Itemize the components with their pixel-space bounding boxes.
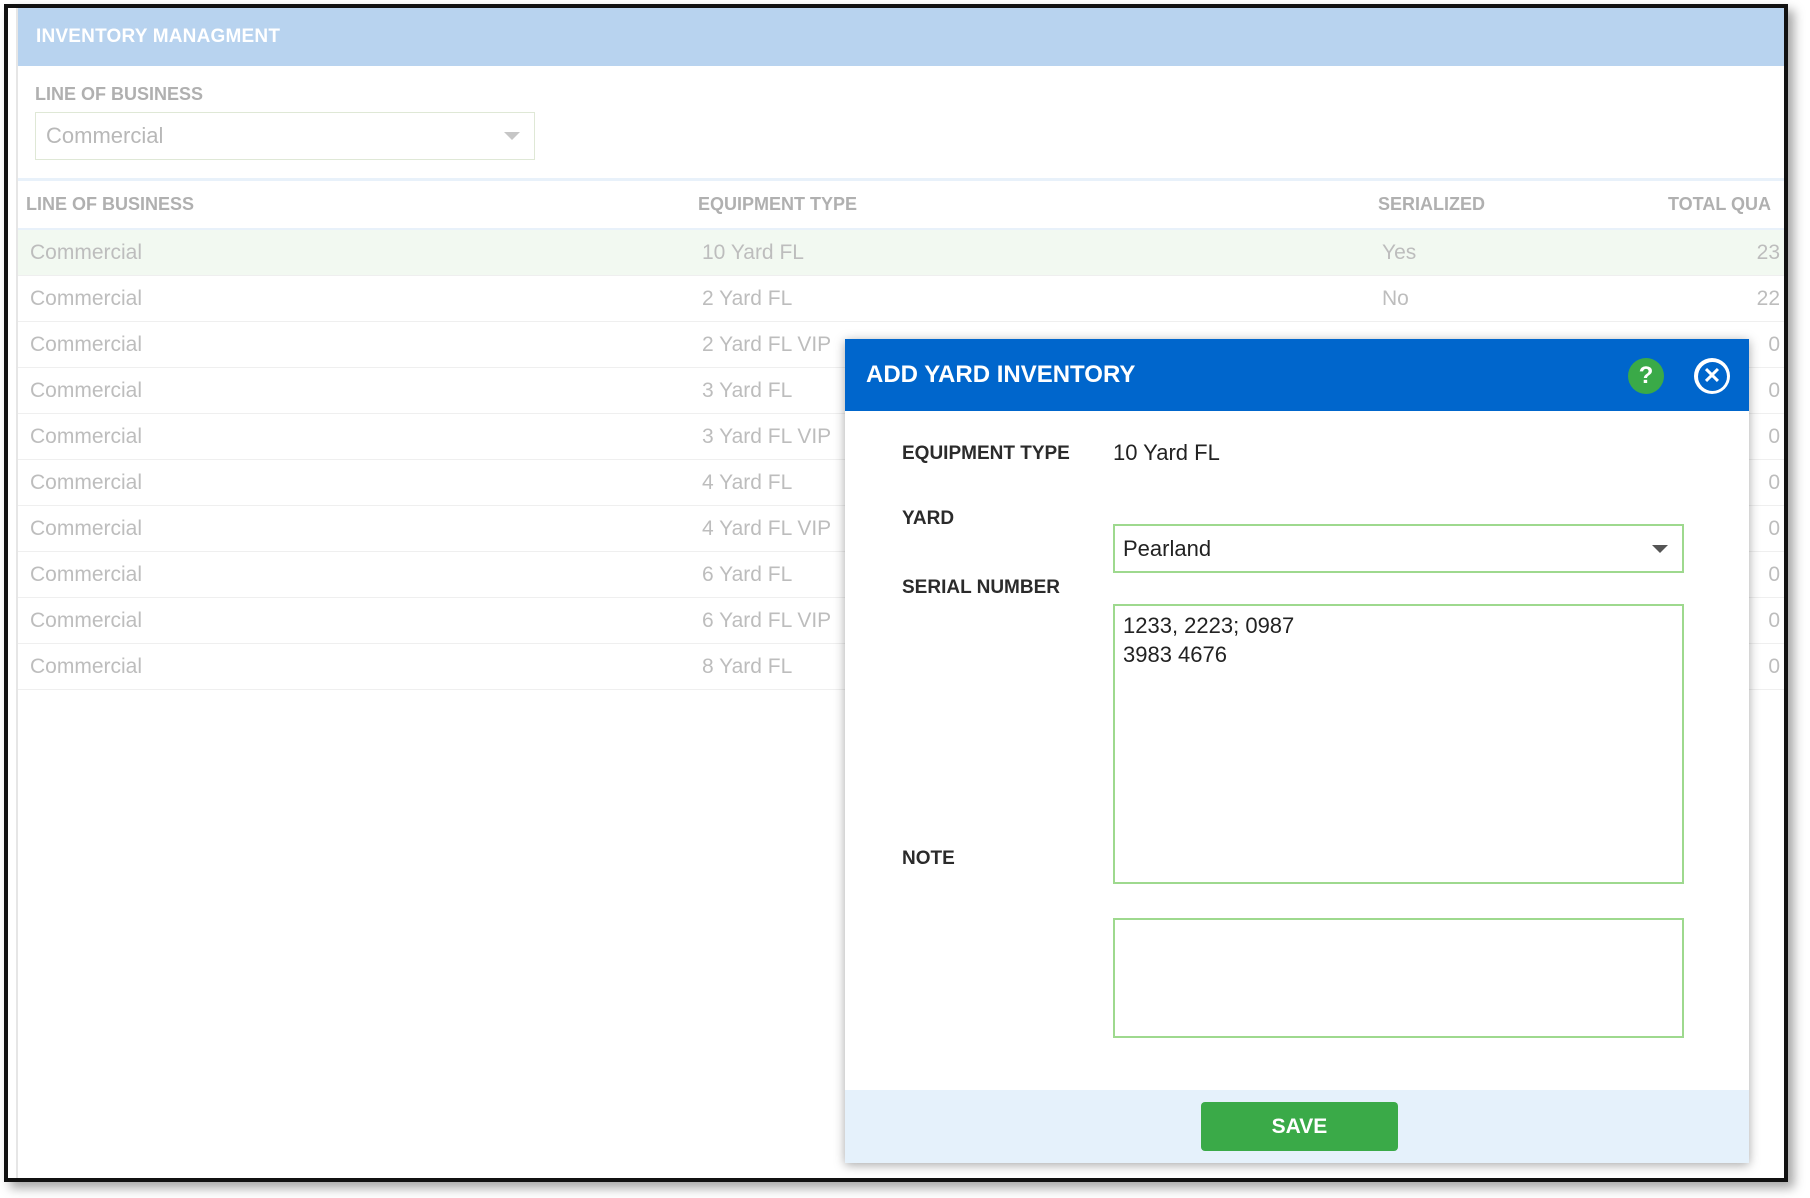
- app-window: INVENTORY MANAGMENT LINE OF BUSINESS Com…: [4, 4, 1788, 1182]
- dialog-footer: SAVE: [845, 1090, 1749, 1163]
- cell-lob: Commercial: [30, 240, 143, 264]
- serial-number-textarea[interactable]: 1233, 2223; 0987 3983 4676: [1113, 604, 1684, 884]
- note-label: NOTE: [902, 848, 955, 869]
- yard-label: YARD: [902, 508, 955, 529]
- note-textarea[interactable]: [1113, 918, 1684, 1038]
- cell-equipment: 10 Yard FL: [702, 240, 804, 264]
- cell-lob: Commercial: [30, 378, 143, 402]
- lob-select[interactable]: Commercial: [35, 112, 535, 160]
- cell-serialized: Yes: [1382, 240, 1417, 264]
- column-header-equipment[interactable]: EQUIPMENT TYPE: [698, 194, 1378, 215]
- serial-number-label: SERIAL NUMBER: [902, 577, 1060, 598]
- column-header-total[interactable]: TOTAL QUA: [1668, 194, 1784, 215]
- cell-total: 22: [1756, 286, 1780, 310]
- cell-equipment: 2 Yard FL: [702, 286, 793, 310]
- close-button[interactable]: ✕: [1694, 358, 1730, 394]
- cell-serialized: No: [1382, 286, 1409, 310]
- table-row[interactable]: Commercial 10 Yard FL Yes 23: [18, 230, 1784, 276]
- cell-total: 23: [1756, 240, 1780, 264]
- add-yard-inventory-dialog: ADD YARD INVENTORY ? ✕ EQUIPMENT TYPE 10…: [845, 339, 1749, 1163]
- close-icon: ✕: [1697, 361, 1727, 391]
- save-button[interactable]: SAVE: [1201, 1102, 1398, 1151]
- cell-lob: Commercial: [30, 286, 143, 310]
- cell-lob: Commercial: [30, 332, 143, 356]
- cell-lob: Commercial: [30, 424, 143, 448]
- help-icon[interactable]: ?: [1628, 358, 1664, 394]
- cell-lob: Commercial: [30, 562, 143, 586]
- cell-lob: Commercial: [30, 516, 143, 540]
- equipment-type-value: 10 Yard FL: [1113, 440, 1220, 465]
- chevron-down-icon: [1652, 544, 1668, 553]
- yard-select[interactable]: Pearland: [1113, 524, 1684, 573]
- page-title: INVENTORY MANAGMENT: [36, 26, 281, 47]
- grid-header: LINE OF BUSINESS EQUIPMENT TYPE SERIALIZ…: [18, 181, 1784, 230]
- cell-lob: Commercial: [30, 470, 143, 494]
- column-header-serialized[interactable]: SERIALIZED: [1378, 194, 1668, 215]
- cell-lob: Commercial: [30, 608, 143, 632]
- column-header-lob[interactable]: LINE OF BUSINESS: [18, 194, 698, 215]
- cell-lob: Commercial: [30, 654, 143, 678]
- page-header: INVENTORY MANAGMENT: [18, 8, 1784, 66]
- equipment-type-label: EQUIPMENT TYPE: [902, 443, 1070, 464]
- yard-select-value: Pearland: [1123, 535, 1212, 561]
- chevron-down-icon: [504, 132, 520, 140]
- dialog-header: ADD YARD INVENTORY ? ✕: [845, 339, 1749, 411]
- lob-filter: LINE OF BUSINESS Commercial: [18, 66, 1784, 178]
- lob-select-value: Commercial: [46, 123, 164, 148]
- dialog-title: ADD YARD INVENTORY: [866, 361, 1136, 388]
- lob-filter-label: LINE OF BUSINESS: [35, 84, 204, 104]
- table-row[interactable]: Commercial 2 Yard FL No 22: [18, 276, 1784, 322]
